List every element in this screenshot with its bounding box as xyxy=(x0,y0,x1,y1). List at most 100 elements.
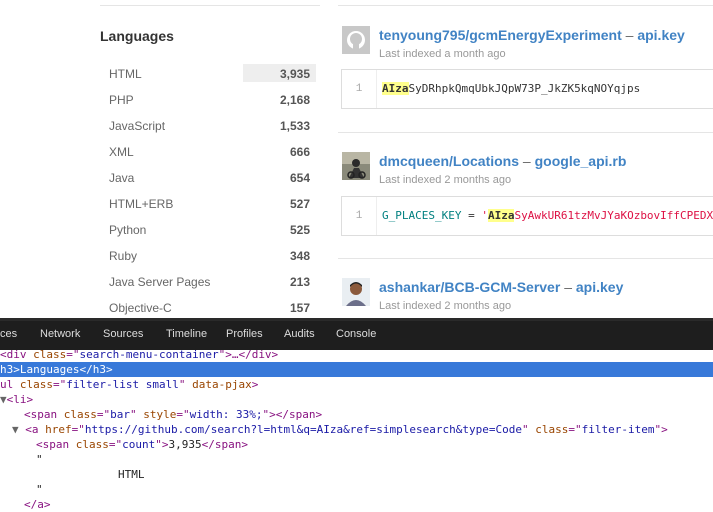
attr-name: href xyxy=(38,423,72,436)
tag-name: <span xyxy=(36,438,70,451)
code-operator: = xyxy=(461,209,482,222)
title-separator: – xyxy=(564,279,572,295)
user-photo-icon xyxy=(342,152,370,180)
tag-name: <span xyxy=(24,408,58,421)
attr-eq: =" xyxy=(71,423,85,436)
filter-item-count: 1,533 xyxy=(279,119,310,133)
user-avatar-ashankar[interactable] xyxy=(342,278,370,306)
file-link[interactable]: api.key xyxy=(576,279,623,295)
code-line: AIzaSyDRhpkQmqUbkJQpW73P_JkZK5kqNOYqjps xyxy=(382,70,640,108)
dom-node[interactable]: <span class="count">3,935</span> xyxy=(36,437,248,452)
repo-link[interactable]: tenyoung795/gcmEnergyExperiment xyxy=(379,27,622,43)
tab-audits[interactable]: Audits xyxy=(284,328,315,340)
line-number[interactable]: 1 xyxy=(342,197,377,235)
code-identifier: G_PLACES_KEY xyxy=(382,209,462,222)
code-text: SyDRhpkQmqUbkJQpW73P_JkZK5kqNOYqjps xyxy=(408,82,641,95)
tab-network[interactable]: Network xyxy=(40,328,80,340)
filter-item[interactable]: Python 525 xyxy=(100,219,320,245)
filter-item[interactable]: HTML+ERB 527 xyxy=(100,193,320,219)
tab-sources[interactable]: Sources xyxy=(103,328,143,340)
filter-item[interactable]: PHP 2,168 xyxy=(100,89,320,115)
github-octocat-avatar[interactable] xyxy=(342,26,370,54)
line-number[interactable]: 1 xyxy=(342,70,377,108)
attr-quote: " xyxy=(521,423,529,436)
tag-end: ">…</div> xyxy=(218,348,279,361)
tag-name: <div xyxy=(0,348,27,361)
filter-item-name: Objective-C xyxy=(109,301,172,315)
tab-console[interactable]: Console xyxy=(336,328,376,340)
text-node[interactable]: " xyxy=(36,452,43,467)
filter-item[interactable]: HTML 3,935 xyxy=(100,63,320,89)
filter-item-count: 157 xyxy=(289,301,310,315)
filter-item[interactable]: JavaScript 1,533 xyxy=(100,115,320,141)
tag-text: </a> xyxy=(24,498,51,511)
result-title: tenyoung795/gcmEnergyExperiment – api.ke… xyxy=(379,27,685,43)
filter-item[interactable]: XML 666 xyxy=(100,141,320,167)
filter-item[interactable]: Java Server Pages 213 xyxy=(100,271,320,297)
filter-item-count: 2,168 xyxy=(279,93,310,107)
filter-item-count: 525 xyxy=(289,223,310,237)
tag-name: <a xyxy=(25,423,39,436)
attr-value: count xyxy=(122,438,156,451)
text-node[interactable]: HTML xyxy=(118,467,145,482)
code-quote: ' xyxy=(481,209,488,222)
repo-link[interactable]: ashankar/BCB-GCM-Server xyxy=(379,279,560,295)
result-divider xyxy=(338,132,713,133)
dom-node[interactable]: </a> xyxy=(24,497,51,512)
attr-eq: =" xyxy=(66,348,80,361)
filter-item-count: 3,935 xyxy=(279,67,310,81)
filter-item[interactable]: Objective-C 157 xyxy=(100,297,320,318)
attr-name: class xyxy=(69,438,109,451)
dom-node[interactable]: ▼ <a href="https://github.com/search?l=h… xyxy=(12,422,668,437)
left-divider xyxy=(100,5,320,6)
tag-end: > xyxy=(661,423,668,436)
filter-item-count: 213 xyxy=(289,275,310,289)
attr-value: bar xyxy=(110,408,130,421)
attr-quote: "> xyxy=(155,438,169,451)
tag-text: h3>Languages</h3> xyxy=(0,363,113,376)
attr-value: width: 33%; xyxy=(189,408,263,421)
tab-timeline[interactable]: Timeline xyxy=(166,328,207,340)
attr-name: style xyxy=(136,408,177,421)
dom-node[interactable]: <div class="search-menu-container">…</di… xyxy=(0,347,278,362)
attr-value: filter-list small xyxy=(66,378,179,391)
filter-item-name: XML xyxy=(109,145,134,159)
filter-item[interactable]: Ruby 348 xyxy=(100,245,320,271)
dom-node[interactable]: ul class="filter-list small" data-pjax> xyxy=(0,377,258,392)
tab-resources[interactable]: ces xyxy=(0,328,17,340)
attr-eq: =" xyxy=(53,378,67,391)
code-results: tenyoung795/gcmEnergyExperiment – api.ke… xyxy=(338,0,713,318)
code-snippet[interactable]: 1 AIzaSyDRhpkQmqUbkJQpW73P_JkZK5kqNOYqjp… xyxy=(341,69,713,109)
user-avatar-dmcqueen[interactable] xyxy=(342,152,370,180)
attr-eq: =" xyxy=(568,423,582,436)
title-separator: – xyxy=(522,153,531,169)
file-link[interactable]: api.key xyxy=(637,27,684,43)
user-photo-icon xyxy=(342,278,370,306)
tag-end: > xyxy=(251,378,259,391)
last-indexed: Last indexed 2 months ago xyxy=(379,300,512,312)
expand-triangle-icon[interactable]: ▼ xyxy=(0,393,7,406)
file-link[interactable]: google_api.rb xyxy=(535,153,627,169)
filter-item[interactable]: Java 654 xyxy=(100,167,320,193)
dom-node[interactable]: ▼<li> xyxy=(0,392,33,407)
dom-node[interactable]: <span class="bar" style="width: 33%;"></… xyxy=(24,407,322,422)
tab-profiles[interactable]: Profiles xyxy=(226,328,263,340)
languages-filter-list: HTML 3,935 PHP 2,168 JavaScript 1,533 XML 66… xyxy=(100,63,320,318)
elements-tree: <div class="search-menu-container">…</di… xyxy=(0,347,713,512)
match-highlight: AIza xyxy=(487,209,515,222)
filter-item-name: PHP xyxy=(109,93,134,107)
attr-value: https://github.com/search?l=html&q=AIza&… xyxy=(84,423,522,436)
expand-triangle-icon[interactable]: ▼ xyxy=(12,423,25,436)
filter-item-name: Java xyxy=(109,171,135,185)
code-snippet[interactable]: 1 G_PLACES_KEY = 'AIzaSyAwkUR61tzMvJYaKO… xyxy=(341,196,713,236)
filter-item-name: Python xyxy=(109,223,147,237)
filter-item-count: 348 xyxy=(289,249,310,263)
dom-node-selected[interactable]: h3>Languages</h3> xyxy=(0,362,713,377)
filter-item-name: HTML xyxy=(109,67,142,81)
attr-quote: " xyxy=(130,408,137,421)
languages-heading: Languages xyxy=(100,28,174,44)
attr-eq: =" xyxy=(96,408,111,421)
repo-link[interactable]: dmcqueen/Locations xyxy=(379,153,519,169)
filter-item-name: Java Server Pages xyxy=(109,275,211,289)
text-node[interactable]: " xyxy=(36,482,43,497)
